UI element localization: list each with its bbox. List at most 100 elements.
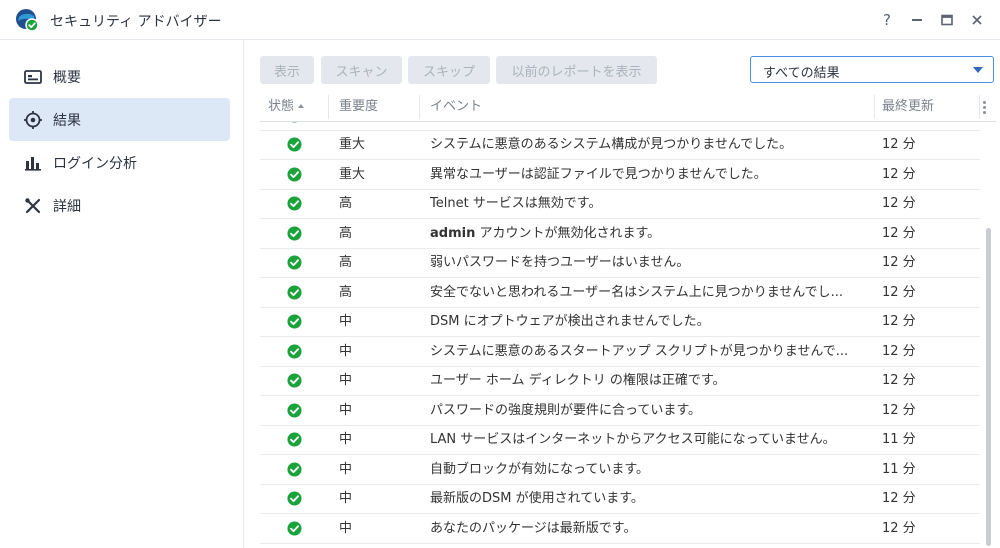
severity-cell: 中: [339, 520, 353, 536]
sidebar-item-label: ログイン分析: [53, 155, 137, 172]
column-menu-icon[interactable]: [983, 101, 986, 116]
check-circle-icon: [287, 402, 302, 418]
table-row[interactable]: 中 システムに悪意のあるスタートアップ スクリプトが見つかりませんで... 12 分: [260, 337, 980, 367]
app-title: セキュリティ アドバイザー: [50, 14, 222, 30]
help-button[interactable]: ?: [872, 8, 902, 32]
sidebar-item-login-analysis[interactable]: ログイン分析: [9, 141, 230, 184]
table-row[interactable]: 高 admin アカウントが無効化されます。 12 分: [260, 219, 980, 249]
results-table: 重大 システムに悪意のあるシステム構成が見つかりませんでした。 12 分重大 異常なユ…: [260, 122, 980, 548]
column-header-event[interactable]: イベント: [430, 93, 482, 121]
event-text: 安全でないと思われるユーザー名はシステム上に見つかりませんでし...: [430, 284, 844, 300]
scrollbar-thumb[interactable]: [986, 228, 991, 546]
close-icon: [972, 15, 982, 25]
result-filter-value: すべての結果: [763, 66, 840, 81]
title-bar: セキュリティ アドバイザー ?: [0, 0, 1000, 40]
severity-cell: 中: [339, 402, 353, 418]
event-cell: DSM にオプトウェアが検出されませんでした。: [430, 307, 870, 336]
event-text: 弱いパスワードを持つユーザーはいません。: [430, 255, 690, 270]
sidebar-item-results[interactable]: 結果: [9, 98, 230, 141]
table-row[interactable]: 高 弱いパスワードを持つユーザーはいません。 12 分: [260, 248, 980, 278]
event-cell: Telnet サービスは無効です。: [430, 189, 870, 218]
previous-report-button[interactable]: 以前のレポートを表示: [496, 56, 657, 84]
severity-cell: 中: [339, 461, 353, 477]
check-circle-icon: [287, 373, 302, 388]
severity-cell: 高: [339, 225, 353, 241]
table-row[interactable]: 中 DSM にオプトウェアが検出されませんでした。 12 分: [260, 307, 980, 337]
check-circle-icon: [291, 122, 298, 123]
column-header-status[interactable]: 状態: [268, 93, 305, 121]
severity-cell: 重大: [339, 166, 366, 182]
event-cell: 安全でないと思われるユーザー名はシステム上に見つかりませんでし...: [430, 278, 870, 307]
severity-cell: 高: [339, 196, 353, 211]
event-cell: パスワードの強度規則が要件に合っています。: [430, 396, 870, 425]
updated-cell: 12 分: [882, 137, 916, 152]
updated-cell: 12 分: [882, 520, 916, 536]
severity-cell: 中: [339, 314, 353, 329]
updated-cell: 12 分: [882, 225, 916, 241]
table-row[interactable]: 中 ユーザー ホーム ディレクトリ の権限は正確です。 12 分: [260, 366, 980, 396]
table-row[interactable]: 高 Telnet サービスは無効です。 12 分: [260, 189, 980, 219]
updated-cell: 12 分: [882, 284, 916, 300]
minimize-button[interactable]: [902, 8, 932, 32]
severity-cell: 重大: [339, 137, 366, 152]
updated-cell: 12 分: [882, 343, 916, 359]
event-text: システムに悪意のあるシステム構成が見つかりませんでした。: [430, 137, 793, 152]
updated-cell: 12 分: [882, 255, 916, 270]
sidebar-item-label: 概要: [53, 69, 81, 86]
show-button[interactable]: 表示: [260, 56, 314, 84]
updated-cell: 12 分: [882, 373, 916, 388]
sidebar-item-label: 結果: [53, 112, 81, 129]
event-cell: 自動ブロックが有効になっています。: [430, 455, 870, 484]
maximize-button[interactable]: [932, 8, 962, 32]
event-text: システムに悪意のあるスタートアップ スクリプトが見つかりませんで...: [430, 343, 849, 359]
event-text: Telnet サービスは無効です。: [430, 196, 602, 211]
event-text: パスワードの強度規則が要件に合っています。: [430, 402, 702, 418]
sort-ascending-icon: [298, 104, 305, 108]
event-cell: ユーザー ホーム ディレクトリ の権限は正確です。: [430, 366, 870, 395]
severity-cell: 高: [339, 284, 353, 300]
column-header-updated[interactable]: 最終更新: [882, 93, 934, 121]
updated-cell: 11 分: [882, 432, 916, 447]
event-cell: 異常なユーザーは認証ファイルで見つかりませんでした。: [430, 160, 870, 189]
event-text: アカウントが無効化されます。: [475, 225, 661, 241]
event-cell: admin アカウントが無効化されます。: [430, 219, 870, 248]
event-cell: システムに悪意のあるシステム構成が見つかりませんでした。: [430, 130, 870, 159]
event-text: 異常なユーザーは認証ファイルで見つかりませんでした。: [430, 166, 767, 182]
check-circle-icon: [287, 255, 302, 270]
sidebar-item-details[interactable]: 詳細: [9, 184, 230, 227]
table-row[interactable]: 中 最新版のDSM が使用されています。 12 分: [260, 484, 980, 514]
window-controls: ?: [872, 8, 992, 32]
column-header-severity[interactable]: 重要度: [339, 93, 378, 121]
check-circle-icon: [287, 196, 302, 211]
table-row[interactable]: 重大 システムに悪意のあるシステム構成が見つかりませんでした。 12 分: [260, 130, 980, 160]
severity-cell: 中: [339, 343, 353, 359]
sidebar-item-overview[interactable]: 概要: [9, 55, 230, 98]
event-cell: 弱いパスワードを持つユーザーはいません。: [430, 248, 870, 277]
skip-button[interactable]: スキップ: [408, 56, 490, 84]
column-divider: [874, 95, 875, 119]
table-row[interactable]: 重大 異常なユーザーは認証ファイルで見つかりませんでした。 12 分: [260, 160, 980, 190]
column-divider: [979, 95, 980, 119]
event-text: 最新版のDSM が使用されています。: [430, 491, 644, 506]
bar-chart-icon: [23, 153, 43, 173]
severity-cell: 中: [339, 491, 353, 506]
check-circle-icon: [287, 432, 302, 447]
table-row[interactable]: 高 安全でないと思われるユーザー名はシステム上に見つかりませんでし... 12 分: [260, 278, 980, 308]
close-button[interactable]: [962, 8, 992, 32]
overview-icon: [23, 67, 43, 87]
event-cell: 最新版のDSM が使用されています。: [430, 484, 870, 513]
event-bold-text: admin: [430, 225, 476, 241]
event-text: 自動ブロックが有効になっています。: [430, 461, 650, 477]
event-text: ユーザー ホーム ディレクトリ の権限は正確です。: [430, 373, 726, 388]
check-circle-icon: [287, 284, 302, 300]
minimize-icon: [912, 19, 922, 21]
table-row[interactable]: 中 自動ブロックが有効になっています。 11 分: [260, 455, 980, 485]
scan-button[interactable]: スキャン: [321, 56, 402, 84]
table-row[interactable]: 中 LAN サービスはインターネットからアクセス可能になっていません。 11 分: [260, 425, 980, 455]
updated-cell: 12 分: [882, 314, 916, 329]
severity-cell: 高: [339, 255, 353, 270]
table-row[interactable]: 中 あなたのパッケージは最新版です。 12 分: [260, 514, 980, 544]
table-row[interactable]: 中 パスワードの強度規則が要件に合っています。 12 分: [260, 396, 980, 426]
check-circle-icon: [287, 166, 302, 182]
result-filter-select[interactable]: すべての結果: [750, 56, 994, 83]
